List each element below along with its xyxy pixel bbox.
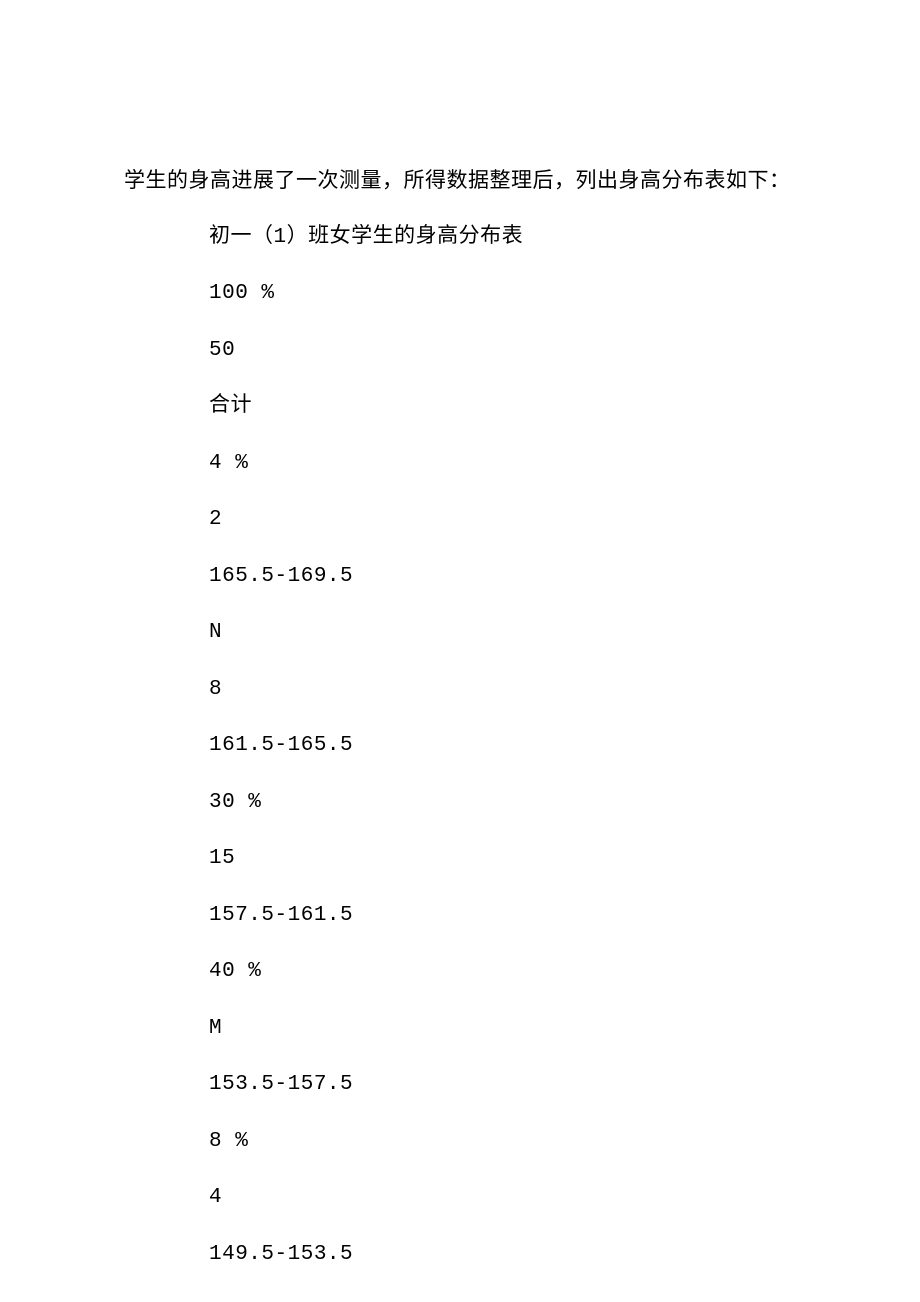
data-line: 合计 bbox=[209, 391, 820, 423]
data-line: 8 bbox=[209, 674, 820, 706]
data-line: 157.5-161.5 bbox=[209, 900, 820, 932]
content-block: 初一（1）班女学生的身高分布表 100 % 50 合计 4 % 2 165.5-… bbox=[124, 222, 820, 1271]
data-line: 165.5-169.5 bbox=[209, 561, 820, 593]
data-line: 50 bbox=[209, 335, 820, 367]
data-line: 153.5-157.5 bbox=[209, 1069, 820, 1101]
data-line: 40 % bbox=[209, 956, 820, 988]
data-line: M bbox=[209, 1013, 820, 1045]
data-line: N bbox=[209, 617, 820, 649]
data-line: 8 % bbox=[209, 1126, 820, 1158]
data-line: 4 bbox=[209, 1182, 820, 1214]
table-title: 初一（1）班女学生的身高分布表 bbox=[209, 222, 820, 254]
data-line: 149.5-153.5 bbox=[209, 1239, 820, 1271]
data-line: 161.5-165.5 bbox=[209, 730, 820, 762]
data-line: 15 bbox=[209, 843, 820, 875]
data-line: 30 % bbox=[209, 787, 820, 819]
data-line: 2 bbox=[209, 504, 820, 536]
data-line: 100 % bbox=[209, 278, 820, 310]
data-line: 4 % bbox=[209, 448, 820, 480]
intro-text: 学生的身高进展了一次测量，所得数据整理后，列出身高分布表如下： bbox=[124, 165, 820, 197]
